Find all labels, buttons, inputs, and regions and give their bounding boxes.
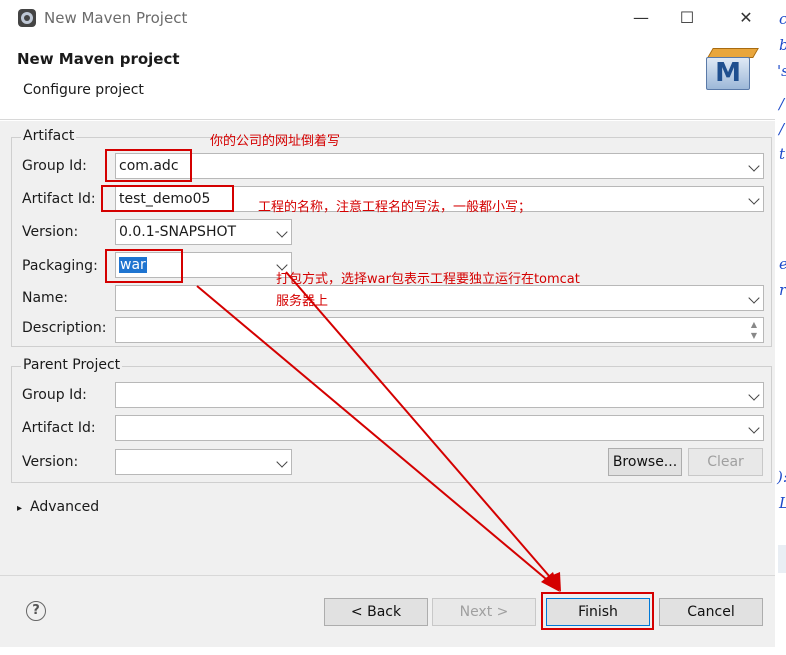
annotation-arrows [196,271,561,592]
arrow-line [285,271,557,585]
arrow-line [196,285,553,585]
